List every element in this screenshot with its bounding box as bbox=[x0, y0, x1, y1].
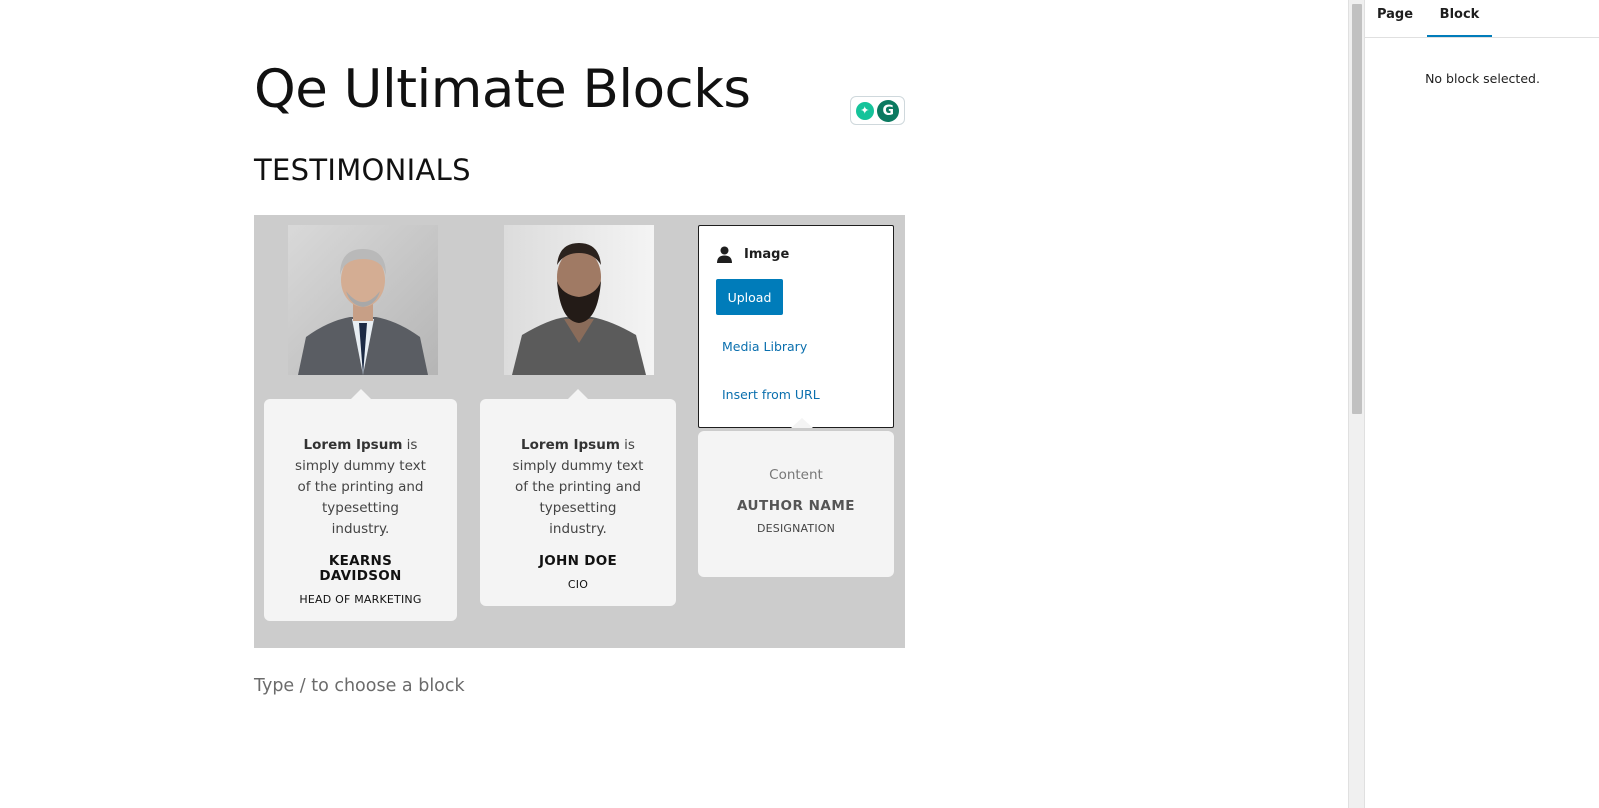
testimonial-designation: CIO bbox=[567, 578, 589, 591]
testimonial-designation: HEAD OF MARKETING bbox=[299, 593, 422, 606]
testimonial-author: JOHN DOE bbox=[538, 553, 618, 569]
man-suit-photo-icon bbox=[288, 225, 438, 375]
page-title[interactable]: Qe Ultimate Blocks bbox=[254, 56, 751, 124]
active-tab-indicator bbox=[1427, 35, 1492, 37]
testimonial-quote: Lorem Ipsum is simply dummy text of the … bbox=[512, 437, 644, 537]
tab-block[interactable]: Block bbox=[1427, 0, 1492, 33]
settings-sidebar: Page Block No block selected. bbox=[1364, 0, 1599, 808]
person-icon bbox=[717, 246, 732, 263]
image-placeholder-label: Image bbox=[717, 246, 789, 263]
image-placeholder[interactable]: Image Upload Media Library Insert from U… bbox=[698, 225, 894, 428]
upload-button[interactable]: Upload bbox=[716, 279, 783, 315]
grammarly-widget[interactable]: ✦ G bbox=[850, 96, 905, 125]
designation-placeholder[interactable]: DESIGNATION bbox=[698, 522, 894, 535]
content-placeholder[interactable]: Content bbox=[698, 467, 894, 483]
testimonial-photo-1[interactable] bbox=[288, 225, 438, 375]
insert-from-url-button[interactable]: Insert from URL bbox=[722, 387, 820, 402]
media-library-button[interactable]: Media Library bbox=[722, 339, 807, 354]
block-appender-prompt[interactable]: Type / to choose a block bbox=[254, 676, 465, 696]
scrollbar[interactable] bbox=[1348, 0, 1364, 808]
testimonial-photo-2[interactable] bbox=[504, 225, 654, 375]
testimonial-quote: Lorem Ipsum is simply dummy text of the … bbox=[295, 437, 426, 537]
placeholder-pointer bbox=[791, 418, 813, 428]
testimonial-card-2[interactable]: Lorem Ipsum is simply dummy text of the … bbox=[480, 389, 676, 606]
editor-canvas: Qe Ultimate Blocks ✦ G TESTIMONIALS Lore… bbox=[0, 0, 1322, 808]
tab-page[interactable]: Page bbox=[1375, 0, 1415, 33]
no-block-message: No block selected. bbox=[1425, 71, 1540, 86]
testimonial-card-3[interactable]: Content AUTHOR NAME DESIGNATION bbox=[698, 431, 894, 577]
sidebar-tabs: Page Block bbox=[1365, 0, 1599, 38]
testimonial-card-1[interactable]: Lorem Ipsum is simply dummy text of the … bbox=[264, 389, 457, 621]
testimonial-block[interactable]: Lorem Ipsum is simply dummy text of the … bbox=[254, 215, 905, 648]
testimonial-author: KEARNS DAVIDSON bbox=[319, 553, 402, 584]
section-heading[interactable]: TESTIMONIALS bbox=[254, 153, 471, 187]
lightbulb-icon[interactable]: ✦ bbox=[855, 101, 874, 120]
bearded-man-photo-icon bbox=[504, 225, 654, 375]
grammarly-logo-icon[interactable]: G bbox=[877, 99, 900, 122]
scrollbar-thumb[interactable] bbox=[1352, 4, 1362, 414]
author-name-placeholder[interactable]: AUTHOR NAME bbox=[698, 499, 894, 514]
